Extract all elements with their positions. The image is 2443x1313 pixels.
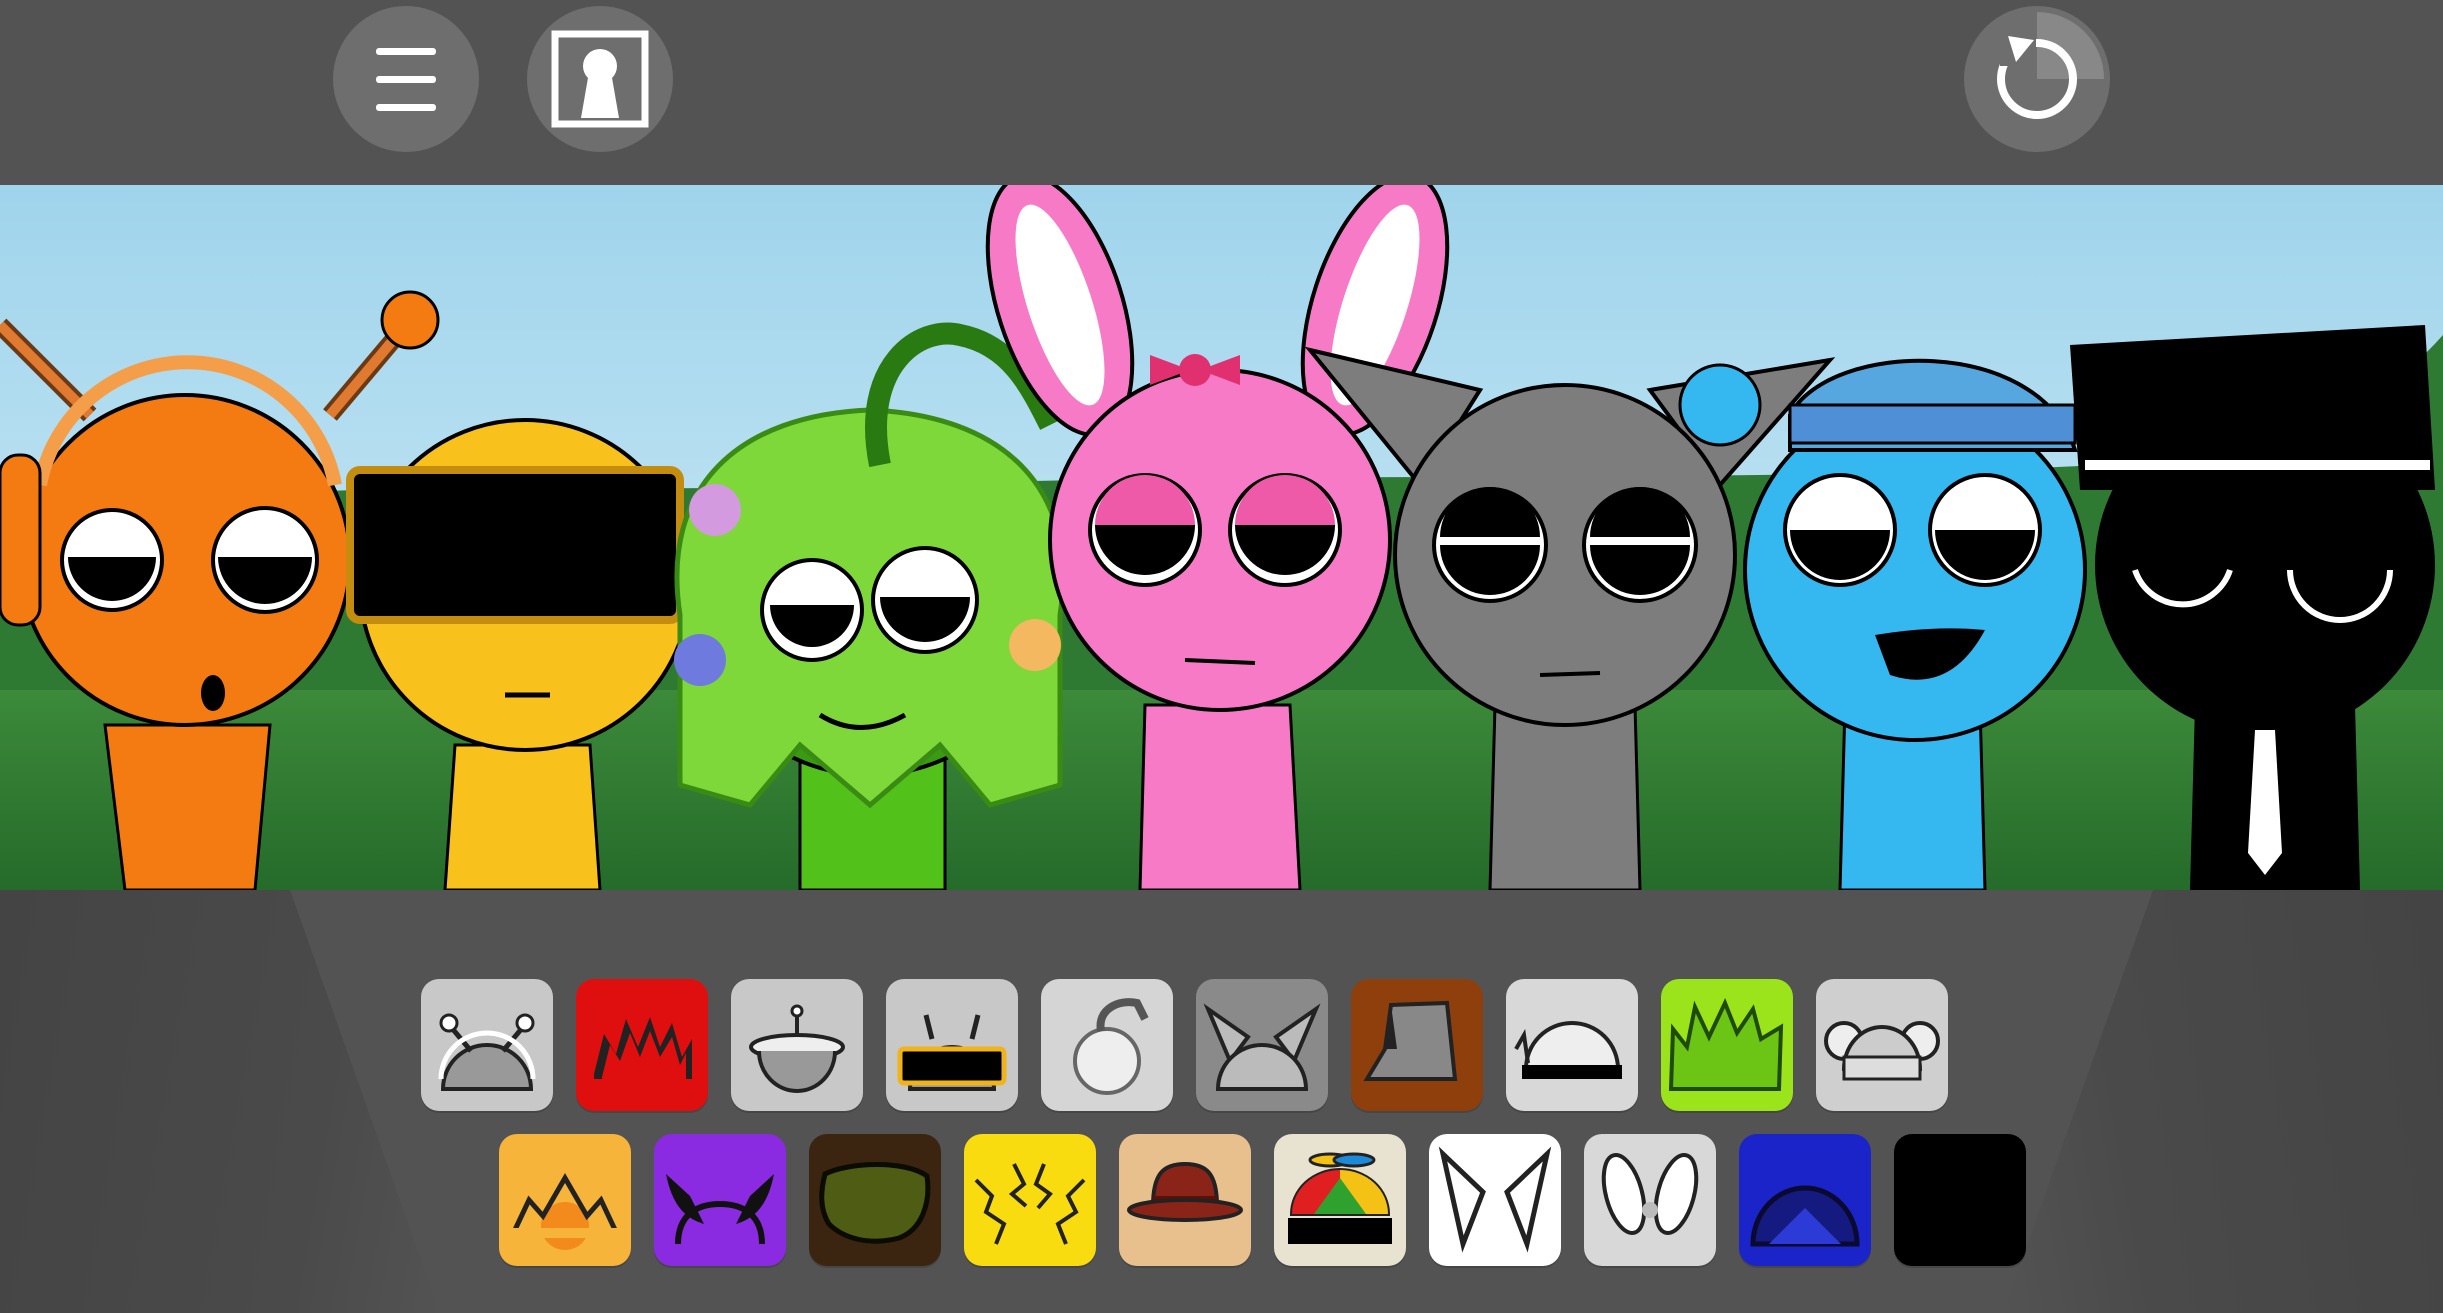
tray-tile-visor-antenna[interactable] — [886, 979, 1018, 1111]
red-spiky-hair-icon — [594, 1017, 692, 1079]
lightning-hair-icon — [974, 1163, 1086, 1245]
tray-tile-devil-horns[interactable] — [654, 1134, 786, 1266]
tray-tile-black-blank[interactable] — [1894, 1134, 2026, 1266]
tray-tile-sun-crown[interactable] — [499, 1134, 631, 1266]
tray-tile-saucer-antenna[interactable] — [731, 979, 863, 1111]
tray-row-2 — [0, 1134, 2443, 1268]
saucer-antenna-icon — [749, 1004, 845, 1093]
tray-tile-white-cat-ears[interactable] — [1429, 1134, 1561, 1266]
reset-button[interactable] — [1964, 6, 2110, 152]
propeller-cap-icon — [1288, 1152, 1392, 1244]
tray-tile-antenna-headphones[interactable] — [421, 979, 553, 1111]
visor-antenna-icon — [897, 1014, 1007, 1091]
bunny-ears-icon — [1601, 1153, 1699, 1235]
character-stage — [0, 185, 2443, 890]
tray-tile-bear-ears-beanie[interactable] — [1816, 979, 1948, 1111]
tray-tile-dome-cap[interactable] — [1506, 979, 1638, 1111]
tray-tile-red-spiky-hair[interactable] — [576, 979, 708, 1111]
vine-sprout-icon — [1073, 998, 1149, 1095]
tray-tile-dark-blue-helmet[interactable] — [1739, 1134, 1871, 1266]
black-blank-icon — [1894, 1134, 2026, 1266]
hamburger-menu-icon — [376, 48, 436, 111]
tray-tile-fedora-hat[interactable] — [1119, 1134, 1251, 1266]
bear-ears-beanie-icon — [1824, 1021, 1940, 1081]
antenna-headphones-icon — [438, 1013, 536, 1091]
tray-tile-lightning-hair[interactable] — [964, 1134, 1096, 1266]
bucket-hat-icon — [1363, 1000, 1458, 1081]
keyhole-portrait-icon — [551, 30, 649, 128]
devil-horns-icon — [666, 1174, 774, 1245]
tray-tile-brown-bush-hair[interactable] — [809, 1134, 941, 1266]
green-spiky-hair-icon — [1668, 997, 1784, 1091]
tray-tile-cat-ears[interactable] — [1196, 979, 1328, 1111]
portrait-button[interactable] — [527, 6, 673, 152]
tray-tile-green-spiky-hair[interactable] — [1661, 979, 1793, 1111]
brown-bush-hair-icon — [819, 1162, 931, 1244]
fedora-hat-icon — [1127, 1161, 1243, 1222]
sun-crown-icon — [509, 1173, 621, 1250]
dark-blue-helmet-icon — [1750, 1185, 1860, 1247]
tray-tile-bunny-ears[interactable] — [1584, 1134, 1716, 1266]
menu-button[interactable] — [333, 6, 479, 152]
tray-tile-vine-sprout[interactable] — [1041, 979, 1173, 1111]
circular-arrow-reset-icon — [1997, 12, 2104, 119]
dome-cap-icon — [1514, 1021, 1622, 1079]
tray-tile-bucket-hat[interactable] — [1351, 979, 1483, 1111]
cat-ears-icon — [1203, 1003, 1321, 1091]
stage-scene — [0, 185, 2443, 890]
tray-row-1 — [0, 979, 2443, 1113]
tray-tile-propeller-cap[interactable] — [1274, 1134, 1406, 1266]
white-cat-ears-icon — [1438, 1146, 1552, 1253]
